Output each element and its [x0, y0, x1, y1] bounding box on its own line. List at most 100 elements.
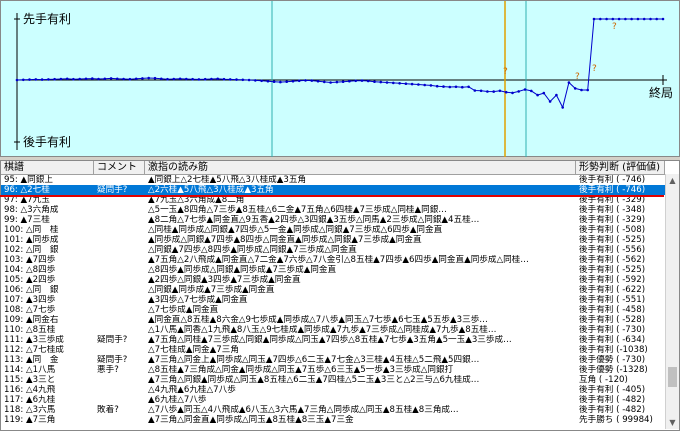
move-cell: 95: ▲同銀上: [4, 175, 53, 185]
evaluation-cell: 後手有利 ( -329): [579, 215, 646, 225]
move-row[interactable]: 100: △同 桂 △同桂▲同歩成△同銀▲7四歩△5一金▲同歩成△同銀▲7三歩成△…: [1, 225, 665, 235]
evaluation-point: [191, 77, 194, 81]
evaluation-cell: 後手有利 ( -562): [579, 255, 646, 265]
move-row[interactable]: 99: ▲7三桂 ▲8二角△7七歩▲同金直△9五香▲2四歩△3四銀▲3五歩△同馬▲…: [1, 215, 665, 225]
move-row[interactable]: 115: ▲3三と ▲7三角△同銀▲同歩成△同玉▲8五桂△6二玉▲7四桂△5二玉▲…: [1, 375, 665, 385]
evaluation-point: [254, 79, 257, 82]
move-row[interactable]: 113: ▲同 金 疑問手? ▲7三角△同金上▲同歩成△同玉▲7四歩△6二玉▲7七金…: [1, 355, 665, 365]
move-list[interactable]: 棋譜 コメント 激指の読み筋 形勢判断 (評価値) 95: ▲同銀上 ▲同銀上△2…: [0, 160, 680, 431]
evaluation-point: [592, 17, 596, 21]
move-row[interactable]: 118: △3六馬 敗着? △7八歩▲同玉△4八飛成▲6八玉△3六馬▲7三角△同歩成…: [1, 405, 665, 415]
evaluation-cell: 後手有利 ( -508): [579, 225, 646, 235]
evaluation-point: [166, 77, 169, 81]
move-row[interactable]: 103: ▲7四歩 ▲7五角△2八飛成▲同金直△7二金▲7六歩△7八金引△8五桂▲…: [1, 255, 665, 265]
evaluation-point: [34, 78, 38, 81]
scroll-thumb[interactable]: [668, 366, 677, 387]
scroll-up-icon[interactable]: ▲: [666, 174, 679, 187]
evaluation-cell: 後手有利 ( -528): [579, 315, 646, 325]
evaluation-point: [586, 88, 589, 92]
column-header-evaluation[interactable]: 形勢判断 (評価値): [576, 161, 665, 175]
evaluation-point: [128, 77, 132, 81]
evaluation-point: [642, 17, 646, 21]
move-row[interactable]: 111: ▲3三歩成 疑問手? ▲7五角△同桂▲7三歩成△同銀▲同歩成△同玉▲7四歩…: [1, 335, 665, 345]
reading-cell: △4九飛▲6九桂△7八歩: [148, 385, 236, 395]
move-row[interactable]: 101: ▲同歩成 ▲同歩成△同銀▲7四歩▲8四歩△同金直▲同歩成△同銀▲7三歩成…: [1, 235, 665, 245]
reading-cell: ▲同金直△8五桂▲8六金△9七歩成▲同歩成△7八歩▲同玉△7七歩▲6七玉▲5五歩…: [148, 315, 488, 325]
evaluation-point: [360, 79, 364, 82]
scroll-down-icon[interactable]: ▼: [666, 416, 679, 429]
evaluation-point: [134, 77, 138, 81]
move-row[interactable]: 104: △8四歩 △8四歩▲同歩成△同銀▲同歩成▲7三歩成▲同金直 後手有利 ( …: [1, 265, 665, 275]
move-row[interactable]: 109: ▲同金右 ▲同金直△8五桂▲8六金△9七歩成▲同歩成△7八歩▲同玉△7七…: [1, 315, 665, 325]
evaluation-cell: 後手優勢 ( -730): [579, 355, 646, 365]
move-cell: 113: ▲同 金: [4, 355, 59, 365]
move-row[interactable]: 102: △同 銀 △同銀▲7四歩△8四歩▲同歩成△同銀▲7三歩成△同金直 後手有利…: [1, 245, 665, 255]
evaluation-cell: 後手有利 ( -746): [579, 185, 646, 195]
evaluation-point: [636, 17, 640, 21]
evaluation-point: [304, 79, 307, 82]
evaluation-point: [461, 85, 464, 89]
evaluation-point: [22, 78, 25, 82]
move-row[interactable]: 116: △4九飛 △4九飛▲6九桂△7八歩 後手有利 ( -405): [1, 385, 665, 395]
comment-cell: 疑問手?: [97, 185, 128, 195]
evaluation-point: [567, 81, 571, 84]
label-sente-advantage: 先手有利: [23, 12, 72, 26]
vertical-scrollbar[interactable]: ▲ ▼: [665, 174, 679, 429]
move-row[interactable]: 119: ▲7三角 ▲7三角△同金直▲同歩成△同玉▲8五桂▲8三玉▲7三金 先手勝ち…: [1, 415, 665, 425]
evaluation-point: [185, 77, 188, 81]
column-header-reading[interactable]: 激指の読み筋: [145, 161, 576, 175]
move-row[interactable]: 95: ▲同銀上 ▲同銀上△2七桂▲5八飛△3八桂成▲3五角 後手有利 ( -746…: [1, 175, 665, 185]
move-row[interactable]: 117: ▲6九桂 ▲6九桂△7八歩 後手有利 ( -482): [1, 395, 665, 405]
evaluation-point: [210, 77, 213, 81]
evaluation-point: [392, 81, 395, 85]
move-row[interactable]: 106: △同 銀 △同銀▲同歩成▲7三歩成▲同金直 後手有利 ( -622): [1, 285, 665, 295]
evaluation-point: [260, 79, 263, 83]
reading-cell: ▲7三角△同金上▲同歩成△同玉▲7四歩△6二玉▲7七金△3三桂▲4五桂△5二飛▲…: [148, 355, 480, 365]
reading-cell: ▲7五角△同桂▲7三歩成△同銀▲同歩成△同玉▲7四歩△8五桂▲7七歩▲3五角▲5…: [148, 335, 512, 345]
evaluation-point: [435, 84, 439, 88]
evaluation-graph[interactable]: ???? 先手有利 後手有利 終局: [0, 0, 680, 158]
evaluation-point: [536, 93, 539, 97]
evaluation-point: [109, 77, 113, 80]
evaluation-graph-canvas[interactable]: ????: [1, 1, 680, 158]
move-row[interactable]: 96: △2七桂 疑問手? △2六桂▲5八飛△3八桂成▲3五角 後手有利 ( -746…: [1, 185, 665, 195]
move-row[interactable]: 105: ▲2四歩 ▲2四歩△同銀▲3四歩▲7三歩成▲同金直 後手有利 ( -592…: [1, 275, 665, 285]
evaluation-point: [517, 90, 520, 93]
evaluation-point: [417, 83, 420, 86]
move-cell: 100: △同 桂: [4, 225, 59, 235]
reading-cell: △8五桂▲7三角成△同金▲同歩成△同玉▲7五歩△6三玉▲5一歩▲3三歩成△同銀打: [148, 365, 454, 375]
reading-cell: △7七歩成▲同金直: [148, 305, 219, 315]
move-row[interactable]: 98: △3六角成 △5一玉▲8四角△7三歩▲8五桂△6二金▲7五角△6四桂▲7三…: [1, 205, 665, 215]
evaluation-point: [486, 90, 489, 93]
column-header-comment[interactable]: コメント: [94, 161, 145, 175]
comment-cell: 疑問手?: [97, 355, 128, 365]
evaluation-cell: 互角 ( -120): [579, 375, 628, 385]
evaluation-point: [561, 106, 564, 109]
evaluation-point: [398, 82, 401, 85]
move-row[interactable]: 114: △1八馬 悪手? △8五桂▲7三角成△同金▲同歩成△同玉▲7五歩△6三玉▲…: [1, 365, 665, 375]
dubious-move-marker: ?: [503, 67, 508, 77]
column-header-moves[interactable]: 棋譜: [1, 161, 94, 175]
move-cell: 119: ▲7三角: [4, 415, 56, 425]
evaluation-point: [548, 100, 552, 103]
evaluation-point: [59, 77, 63, 81]
evaluation-point: [40, 78, 44, 81]
evaluation-point: [661, 17, 665, 21]
evaluation-point: [147, 76, 150, 80]
evaluation-point: [203, 77, 207, 81]
move-row[interactable]: 107: ▲3四歩 ▲3四歩△7七歩成▲同金直 後手有利 ( -551): [1, 295, 665, 305]
evaluation-point: [228, 78, 232, 81]
evaluation-cell: 後手有利 ( -551): [579, 295, 646, 305]
evaluation-point: [523, 88, 527, 91]
reading-cell: ▲同歩成△同銀▲7四歩▲8四歩△同金直▲同歩成△同銀▲7三歩成▲同金直: [148, 235, 422, 245]
move-row[interactable]: 108: △7七歩 △7七歩成▲同金直 後手有利 ( -458): [1, 305, 665, 315]
evaluation-cell: 後手有利 ( -405): [579, 385, 646, 395]
move-cell: 101: ▲同歩成: [4, 235, 59, 245]
reading-cell: △5一玉▲8四角△7三歩▲8五桂△6二金▲7五角△6四桂▲7三歩成△同桂▲同銀…: [148, 205, 447, 215]
move-row[interactable]: 110: △8五桂 △1八馬▲同香△1九飛▲8八玉△9七桂成▲同歩成▲7九歩▲7三…: [1, 325, 665, 335]
evaluation-point: [542, 91, 546, 95]
evaluation-point: [442, 85, 445, 88]
move-row[interactable]: 112: △7七桂成 △7七桂成▲同金▲7三角 後手有利 (-1038): [1, 345, 665, 355]
move-cell: 117: ▲6九桂: [4, 395, 56, 405]
move-cell: 112: △7七桂成: [4, 345, 64, 355]
